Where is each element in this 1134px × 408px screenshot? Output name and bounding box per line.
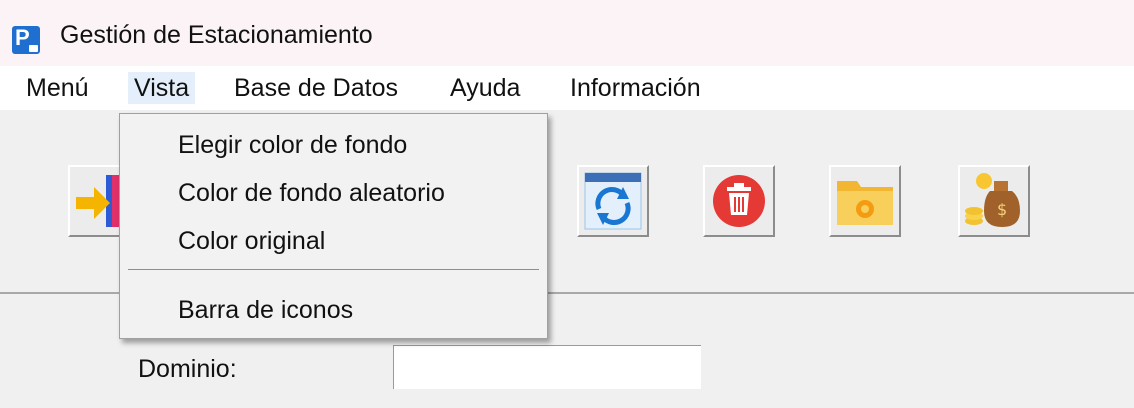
- menu-item-vista[interactable]: Vista: [128, 72, 196, 104]
- menu-item-ayuda[interactable]: Ayuda: [444, 72, 526, 104]
- menu-item-menu[interactable]: Menú: [20, 72, 95, 104]
- title-bar: P Gestión de Estacionamiento: [0, 0, 1134, 66]
- dominio-label: Dominio:: [138, 355, 237, 383]
- menu-bar: Menú Vista Base de Datos Ayuda Informaci…: [0, 66, 1134, 110]
- svg-text:$: $: [997, 200, 1007, 219]
- money-bag-icon: $: [965, 173, 1020, 227]
- menu-option-elegir-color[interactable]: Elegir color de fondo: [178, 128, 407, 162]
- menu-option-color-aleatorio[interactable]: Color de fondo aleatorio: [178, 176, 445, 210]
- menu-item-informacion[interactable]: Información: [564, 72, 707, 104]
- menu-option-barra-iconos[interactable]: Barra de iconos: [178, 293, 353, 327]
- menu-separator: [128, 269, 539, 270]
- app-icon: P: [12, 25, 40, 54]
- toolbar-delete-button[interactable]: [703, 165, 775, 237]
- delete-icon: [713, 175, 765, 227]
- refresh-icon: [584, 172, 642, 230]
- dominio-input[interactable]: [393, 345, 701, 389]
- menu-option-color-original[interactable]: Color original: [178, 224, 325, 258]
- toolbar-refresh-button[interactable]: [577, 165, 649, 237]
- toolbar-folder-settings-button[interactable]: [829, 165, 901, 237]
- window-title: Gestión de Estacionamiento: [60, 21, 373, 49]
- folder-settings-icon: [837, 181, 893, 225]
- toolbar-money-button[interactable]: $: [958, 165, 1030, 237]
- menu-item-base-de-datos[interactable]: Base de Datos: [228, 72, 404, 104]
- vista-dropdown-menu: Elegir color de fondo Color de fondo ale…: [119, 113, 548, 339]
